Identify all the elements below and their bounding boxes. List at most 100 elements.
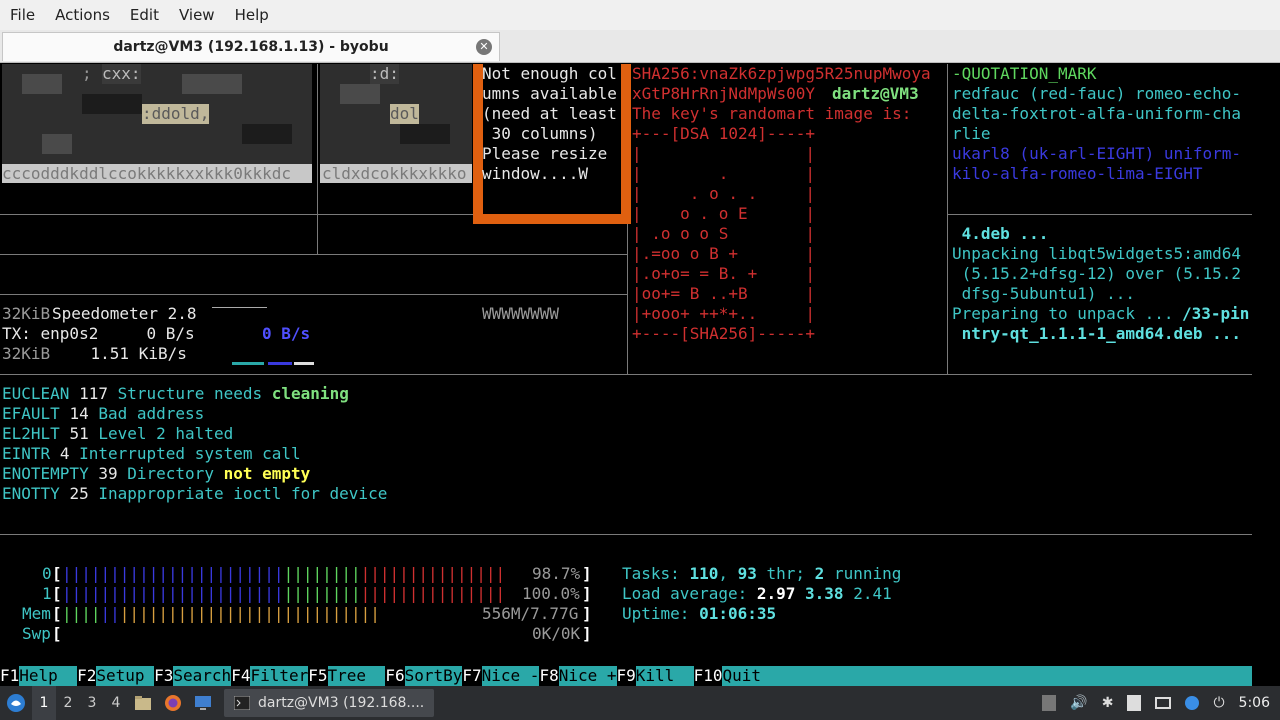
mem-usage: 556M/7.77G	[482, 604, 579, 623]
cpu1-bar: ||||||||||||||||||||||||||||||||||||||||…	[62, 584, 506, 603]
errno-desc: Interrupted system call	[79, 444, 301, 463]
fkey-number: F1	[0, 666, 20, 686]
notice-line: window....W	[482, 164, 588, 183]
fkey-filter[interactable]: Filter	[250, 666, 309, 686]
errno-desc: Level 2 halted	[98, 424, 234, 443]
tasks-line: Tasks: 110, 93 thr; 2 running	[622, 564, 901, 584]
swp-label: Swp	[22, 624, 51, 643]
network-icon[interactable]	[1155, 697, 1172, 709]
randomart-line: |.o+o= = B. + |	[632, 264, 816, 283]
errno-name: ENOTTY	[2, 484, 60, 503]
notice-line: (need at least	[482, 104, 617, 123]
tile-block	[340, 84, 380, 104]
meter-bracket: ]	[582, 604, 592, 623]
fkey-number: F2	[77, 666, 97, 686]
pane-divider	[0, 374, 1252, 375]
terminal-icon	[234, 696, 250, 710]
fkey-sortby[interactable]: SortBy	[404, 666, 463, 686]
pane-divider	[0, 214, 473, 215]
menu-edit[interactable]: Edit	[120, 0, 169, 30]
workspace-2[interactable]: 2	[56, 686, 80, 720]
errno-name: EFAULT	[2, 404, 60, 423]
apt-line: dfsg-5ubuntu1) ...	[952, 284, 1136, 303]
meter-bracket: ]	[582, 564, 592, 583]
file-manager-icon[interactable]	[128, 686, 158, 720]
randomart-line: +----[SHA256]-----+	[632, 324, 816, 343]
apt-line: Preparing to unpack ...	[952, 304, 1174, 323]
volume-icon[interactable]: 🔊	[1070, 695, 1087, 711]
workspace-4[interactable]: 4	[104, 686, 128, 720]
fkey-number: F9	[616, 666, 636, 686]
mem-label: Mem	[22, 604, 51, 623]
meter-bracket: [	[52, 584, 62, 603]
firefox-icon[interactable]	[158, 686, 188, 720]
errno-highlight: not empty	[223, 464, 311, 483]
fkey-nice-minus[interactable]: Nice -	[481, 666, 540, 686]
terminal-tab[interactable]: dartz@VM3 (192.168.1.13) - byobu ✕	[2, 32, 500, 61]
tile-tag: ;	[82, 64, 102, 83]
clock[interactable]: 5:06	[1239, 695, 1270, 711]
ascii-strip-text: cccodddkddlccokkkkkxxkkk0kkkdc	[2, 164, 291, 183]
apt-line: Unpacking libqt5widgets5:amd64	[952, 244, 1241, 263]
workspace-1[interactable]: 1	[32, 686, 56, 720]
clipboard-icon[interactable]	[1127, 695, 1142, 711]
keyboard-layout-icon[interactable]	[1042, 695, 1057, 711]
randomart-line: | . |	[632, 164, 816, 183]
dict-line: -QUOTATION_MARK	[952, 64, 1097, 83]
terminal-area[interactable]: ; cxx: :ddold, cccodddkddlccokkkkkxxkkk0…	[0, 64, 1280, 686]
close-icon[interactable]: ✕	[476, 39, 492, 55]
cpu0-label: 0	[42, 564, 52, 583]
errno-num: 39	[98, 464, 118, 483]
errno-num: 14	[69, 404, 89, 423]
randomart-line: | .o o o S |	[632, 224, 816, 243]
randomart-caption: The key's randomart image is:	[632, 104, 912, 123]
fkey-help[interactable]: Help	[19, 666, 78, 686]
fkey-number: F6	[385, 666, 405, 686]
speed-graph	[268, 362, 292, 365]
menu-help[interactable]: Help	[225, 0, 279, 30]
errno-row: ENOTTY 25 Inappropriate ioctl for device	[2, 484, 387, 504]
errno-row: EFAULT 14 Bad address	[2, 404, 204, 424]
fkey-setup[interactable]: Setup	[96, 666, 155, 686]
randomart-line: | . o . . |	[632, 184, 816, 203]
start-menu-icon[interactable]	[0, 686, 32, 720]
menu-actions[interactable]: Actions	[45, 0, 120, 30]
pane-divider	[0, 534, 1252, 535]
fkey-nice-plus[interactable]: Nice +	[558, 666, 617, 686]
menu-view[interactable]: View	[169, 0, 225, 30]
desktop-icon[interactable]	[188, 686, 218, 720]
menu-file[interactable]: File	[0, 0, 45, 30]
power-icon[interactable]: ⏻	[1213, 695, 1224, 711]
taskbar-task-label: dartz@VM3 (192.168....	[258, 695, 425, 711]
threads-count: 93	[737, 564, 757, 583]
dict-line: rlie	[952, 124, 991, 143]
fkey-quit[interactable]: Quit	[722, 666, 761, 686]
tile-tag: dol	[390, 104, 419, 124]
fkey-search[interactable]: Search	[173, 666, 232, 686]
tab-bar: dartz@VM3 (192.168.1.13) - byobu ✕	[0, 30, 1280, 63]
cpu0-bar: ||||||||||||||||||||||||||||||||||||||||…	[62, 564, 506, 583]
dict-line: ukarl8 (uk-arl-EIGHT) uniform-	[952, 144, 1241, 163]
fkey-kill[interactable]: Kill	[635, 666, 694, 686]
bluetooth-icon[interactable]: ✱	[1102, 695, 1114, 711]
fkey-number: F3	[154, 666, 174, 686]
errno-name: EL2HLT	[2, 424, 60, 443]
taskbar: 1 2 3 4 dartz@VM3 (192.168.... 🔊 ✱ ⏻ 5:0…	[0, 686, 1280, 720]
running-count: 2	[814, 564, 825, 583]
apt-line: ntry-qt_1.1.1-1_amd64.deb ...	[952, 324, 1241, 343]
speed-graph	[294, 362, 314, 365]
tile-block	[82, 94, 142, 114]
update-notifier-icon[interactable]	[1185, 696, 1200, 710]
errno-desc: Inappropriate ioctl for device	[98, 484, 388, 503]
pane-divider	[627, 224, 628, 374]
taskbar-terminal-task[interactable]: dartz@VM3 (192.168....	[224, 689, 435, 717]
errno-num: 117	[79, 384, 108, 403]
pane-divider	[947, 214, 1252, 215]
fkey-tree[interactable]: Tree	[327, 666, 386, 686]
speed-ww: WWWWWWWW	[482, 304, 560, 323]
errno-row: EL2HLT 51 Level 2 halted	[2, 424, 233, 444]
uptime-line: Uptime: 01:06:35	[622, 604, 776, 624]
errno-desc: Structure needs	[117, 384, 263, 403]
tile-tag: :ddold,	[142, 104, 210, 124]
workspace-3[interactable]: 3	[80, 686, 104, 720]
